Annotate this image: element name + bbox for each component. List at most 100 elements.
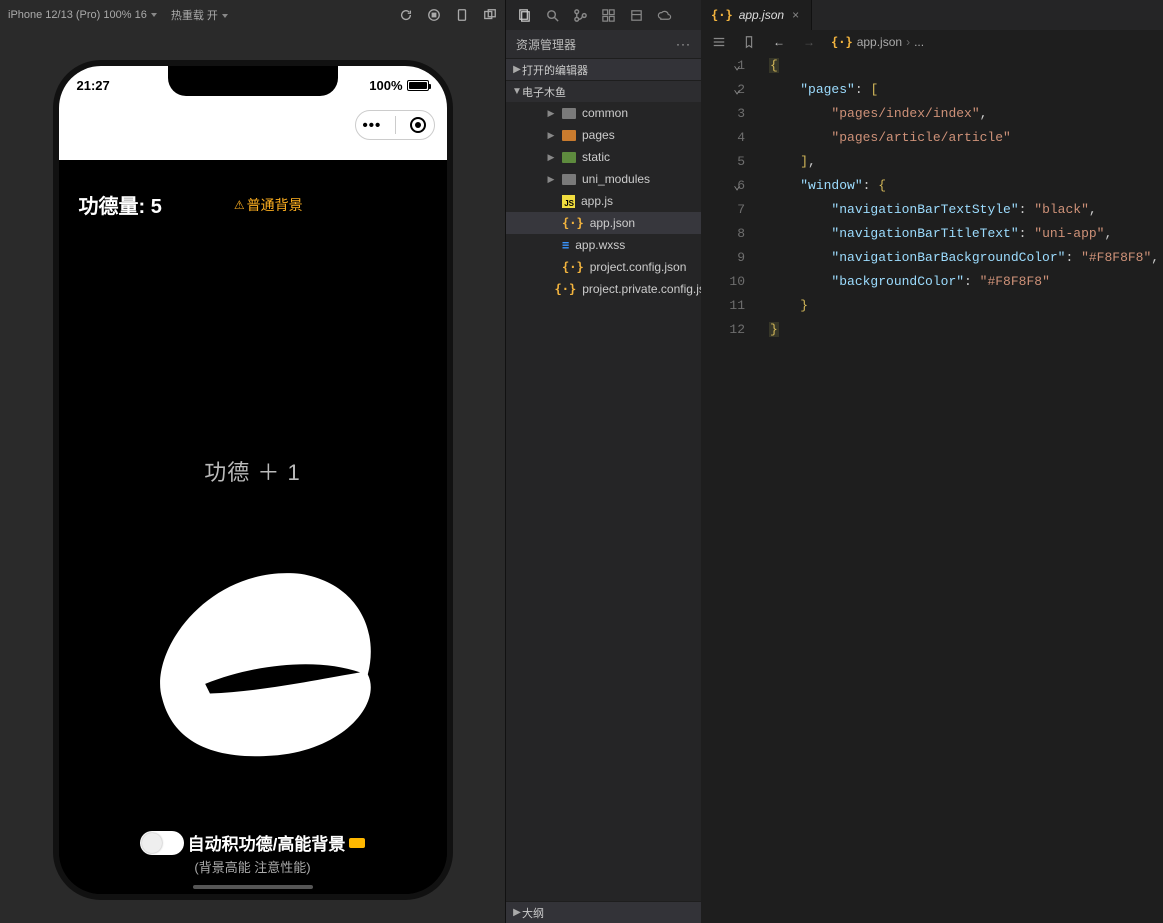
- line-number: 12: [701, 318, 745, 342]
- file-item[interactable]: {·}project.config.json: [506, 256, 701, 278]
- code-line[interactable]: "pages/article/article": [769, 126, 1163, 150]
- line-number: 11: [701, 294, 745, 318]
- wxss-file-icon: ≡: [562, 238, 569, 252]
- folder-icon: [562, 130, 576, 141]
- list-icon[interactable]: [711, 34, 727, 50]
- code-line[interactable]: "window": {: [769, 174, 1163, 198]
- tree-item-label: app.json: [590, 216, 635, 230]
- js-file-icon: JS: [562, 195, 575, 208]
- capsule-close-icon[interactable]: [410, 117, 426, 133]
- line-number: 8: [701, 222, 745, 246]
- app-screen: 功德量: 5 ⚠ 普通背景 功德 ＋ 1 自动: [59, 160, 447, 894]
- battery-icon: [407, 80, 429, 91]
- file-item[interactable]: {·} app.json: [506, 212, 701, 234]
- editor-tab-bar: {·} app.json ×: [701, 0, 1163, 30]
- auto-merit-switch[interactable]: [140, 831, 184, 855]
- tree-item-label: static: [582, 150, 610, 164]
- status-time: 21:27: [77, 78, 110, 93]
- line-number: 7: [701, 198, 745, 222]
- line-number: 2⌄: [701, 78, 745, 102]
- tree-item-label: pages: [582, 128, 615, 142]
- folder-item[interactable]: ▶common: [506, 102, 701, 124]
- tree-item-label: project.private.config.js...: [582, 282, 701, 296]
- code-line[interactable]: "pages/index/index",: [769, 102, 1163, 126]
- chevron-down-icon: ▼: [512, 86, 522, 97]
- simulator-toolbar: iPhone 12/13 (Pro) 100% 16 热重载 开: [0, 0, 505, 30]
- source-control-icon[interactable]: [572, 7, 588, 23]
- project-section[interactable]: ▼ 电子木鱼: [506, 80, 701, 102]
- hot-reload-toggle[interactable]: 热重载 开: [171, 7, 228, 23]
- home-indicator[interactable]: [193, 885, 313, 889]
- bg-mode-button[interactable]: ⚠ 普通背景: [234, 195, 303, 215]
- file-item[interactable]: JS app.js: [506, 190, 701, 212]
- bookmark-icon[interactable]: [741, 34, 757, 50]
- merit-float-text: 功德 ＋ 1: [59, 455, 447, 487]
- code-line[interactable]: "pages": [: [769, 78, 1163, 102]
- status-battery-text: 100%: [369, 78, 402, 93]
- tree-item-label: uni_modules: [582, 172, 650, 186]
- auto-merit-label: 自动积功德/高能背景: [188, 830, 346, 855]
- cloud-icon[interactable]: [656, 7, 672, 23]
- line-number: 4: [701, 126, 745, 150]
- folder-item[interactable]: ▶ uni_modules: [506, 168, 701, 190]
- tree-item-label: app.js: [581, 194, 613, 208]
- fold-icon[interactable]: ⌄: [733, 54, 741, 78]
- device-select[interactable]: iPhone 12/13 (Pro) 100% 16: [8, 9, 157, 21]
- explorer-header: 资源管理器 ···: [506, 30, 701, 58]
- chevron-right-icon: ▶: [546, 174, 556, 185]
- code-line[interactable]: {: [769, 54, 1163, 78]
- code-line[interactable]: }: [769, 294, 1163, 318]
- folder-icon: [562, 174, 576, 185]
- file-item[interactable]: ≡app.wxss: [506, 234, 701, 256]
- chevron-right-icon: ▶: [546, 108, 556, 119]
- search-icon[interactable]: [544, 7, 560, 23]
- code-line[interactable]: "navigationBarTextStyle": "black",: [769, 198, 1163, 222]
- simulator-panel: iPhone 12/13 (Pro) 100% 16 热重载 开 21:27 1…: [0, 0, 505, 923]
- extensions-icon[interactable]: [600, 7, 616, 23]
- forward-icon[interactable]: →: [801, 34, 817, 50]
- file-item[interactable]: {·}project.private.config.js...: [506, 278, 701, 300]
- close-icon[interactable]: ×: [790, 8, 801, 22]
- file-tree: ▶common▶pages▶static▶uni_modules JSapp.j…: [506, 102, 701, 300]
- capsule-menu-icon[interactable]: •••: [363, 117, 382, 134]
- breadcrumb[interactable]: {·} app.json › ...: [831, 35, 924, 49]
- code-line[interactable]: "backgroundColor": "#F8F8F8": [769, 270, 1163, 294]
- line-number: 6⌄: [701, 174, 745, 198]
- code-editor[interactable]: 1⌄2⌄3456⌄789101112 { "pages": [ "pages/i…: [701, 54, 1163, 923]
- folder-item[interactable]: ▶static: [506, 146, 701, 168]
- editor-tab-label: app.json: [739, 8, 784, 22]
- warn-icon: ⚠: [234, 198, 245, 212]
- code-line[interactable]: "navigationBarTitleText": "uni-app",: [769, 222, 1163, 246]
- code-line[interactable]: }: [769, 318, 1163, 342]
- line-number: 5: [701, 150, 745, 174]
- outline-section[interactable]: ▶ 大纲: [506, 901, 701, 923]
- stop-icon[interactable]: [427, 8, 441, 22]
- auto-merit-note: (背景高能 注意性能): [194, 857, 310, 876]
- code-line[interactable]: "navigationBarBackgroundColor": "#F8F8F8…: [769, 246, 1163, 270]
- activity-bar: [506, 0, 701, 30]
- popout-icon[interactable]: [483, 8, 497, 22]
- line-number: 9: [701, 246, 745, 270]
- fold-icon[interactable]: ⌄: [733, 78, 741, 102]
- rotate-icon[interactable]: [455, 8, 469, 22]
- fold-icon[interactable]: ⌄: [733, 174, 741, 198]
- folder-icon: [562, 152, 576, 163]
- miniprogram-capsule[interactable]: •••: [355, 110, 435, 140]
- code-line[interactable]: ],: [769, 150, 1163, 174]
- json-file-icon: {·}: [562, 216, 584, 230]
- explorer-more-button[interactable]: ···: [676, 37, 691, 51]
- files-icon[interactable]: [516, 7, 532, 23]
- editor-tab[interactable]: {·} app.json ×: [701, 0, 812, 30]
- editor-panel: {·} app.json × ← → {·} app.json › ... 1⌄…: [701, 0, 1163, 923]
- wooden-fish-icon[interactable]: [118, 550, 388, 770]
- debug-icon[interactable]: [628, 7, 644, 23]
- folder-item[interactable]: ▶ pages: [506, 124, 701, 146]
- chevron-right-icon: ▶: [546, 130, 556, 141]
- explorer-panel: 资源管理器 ··· ▶ 打开的编辑器 ▼ 电子木鱼 ▶common▶pages▶…: [505, 0, 701, 923]
- refresh-icon[interactable]: [399, 8, 413, 22]
- json-file-icon: {·}: [562, 260, 584, 274]
- chevron-right-icon: ▶: [512, 907, 522, 918]
- line-number: 3: [701, 102, 745, 126]
- back-icon[interactable]: ←: [771, 34, 787, 50]
- open-editors-section[interactable]: ▶ 打开的编辑器: [506, 58, 701, 80]
